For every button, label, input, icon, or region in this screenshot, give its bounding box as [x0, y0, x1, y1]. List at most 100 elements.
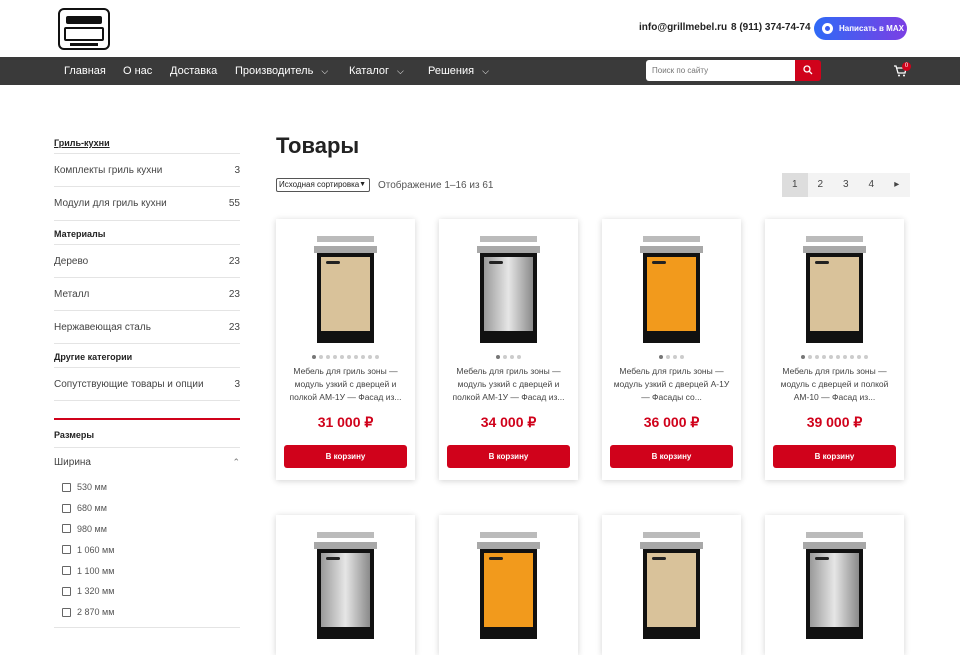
carousel-dot[interactable]: [347, 355, 351, 359]
product-card[interactable]: Мебель для гриль зоны — модуль с дверцей…: [765, 219, 904, 480]
sort-select[interactable]: Исходная сортировка ▼: [276, 178, 370, 192]
page-1-button[interactable]: 1: [782, 173, 808, 197]
carousel-dot[interactable]: [368, 355, 372, 359]
write-in-max-button[interactable]: Написать в MAX: [814, 17, 907, 40]
product-image[interactable]: [276, 219, 415, 349]
sidebar-item-metal[interactable]: Металл 23: [54, 277, 240, 310]
image-carousel-dots[interactable]: [765, 355, 904, 359]
carousel-dot[interactable]: [340, 355, 344, 359]
sidebar-item-accessories[interactable]: Сопутствующие товары и опции 3: [54, 367, 240, 400]
carousel-dot[interactable]: [850, 355, 854, 359]
checkbox[interactable]: [62, 586, 71, 596]
product-card[interactable]: Мебель для гриль зоны — модуль узкий с д…: [276, 219, 415, 480]
product-image[interactable]: [439, 219, 578, 349]
product-image[interactable]: [765, 219, 904, 349]
carousel-dot[interactable]: [864, 355, 868, 359]
width-option[interactable]: 2 870 мм: [54, 602, 240, 623]
carousel-dot[interactable]: [815, 355, 819, 359]
product-card[interactable]: Мебель для гриль зоны — модуль узкий с д…: [602, 219, 741, 480]
sidebar-item-stainless[interactable]: Нержавеющая сталь 23: [54, 310, 240, 343]
product-image[interactable]: [602, 219, 741, 349]
sidebar-item-grill-sets[interactable]: Комплекты гриль кухни 3: [54, 153, 240, 186]
carousel-dot[interactable]: [829, 355, 833, 359]
contact-phone[interactable]: 8 (911) 374-74-74: [731, 22, 811, 33]
carousel-dot[interactable]: [680, 355, 684, 359]
nav-item-catalog[interactable]: Каталог ⌵: [349, 57, 404, 85]
add-to-cart-button[interactable]: В корзину: [773, 445, 896, 468]
carousel-dot[interactable]: [326, 355, 330, 359]
product-image[interactable]: [276, 515, 415, 645]
carousel-dot[interactable]: [510, 355, 514, 359]
page-2-button[interactable]: 2: [807, 173, 833, 197]
carousel-dot[interactable]: [673, 355, 677, 359]
checkbox[interactable]: [62, 607, 71, 617]
product-image[interactable]: [602, 515, 741, 645]
carousel-dot[interactable]: [361, 355, 365, 359]
search-button[interactable]: [795, 60, 821, 81]
sidebar-item-wood[interactable]: Дерево 23: [54, 244, 240, 277]
carousel-dot[interactable]: [659, 355, 663, 359]
image-carousel-dots[interactable]: [276, 355, 415, 359]
carousel-dot[interactable]: [517, 355, 521, 359]
carousel-dot[interactable]: [319, 355, 323, 359]
product-card[interactable]: [439, 515, 578, 655]
width-option[interactable]: 530 мм: [54, 477, 240, 498]
carousel-dot[interactable]: [354, 355, 358, 359]
product-card[interactable]: [765, 515, 904, 655]
nav-item-delivery[interactable]: Доставка: [170, 57, 217, 85]
carousel-dot[interactable]: [375, 355, 379, 359]
carousel-dot[interactable]: [836, 355, 840, 359]
carousel-dot[interactable]: [808, 355, 812, 359]
carousel-dot[interactable]: [503, 355, 507, 359]
sidebar-item-grill-modules[interactable]: Модули для гриль кухни 55: [54, 186, 240, 220]
width-filter-toggle[interactable]: Ширина ⌃: [54, 447, 240, 477]
carousel-dot[interactable]: [843, 355, 847, 359]
checkbox[interactable]: [62, 524, 71, 534]
product-name[interactable]: Мебель для гриль зоны — модуль узкий с д…: [284, 365, 407, 404]
page-4-button[interactable]: 4: [858, 173, 884, 197]
product-card[interactable]: [276, 515, 415, 655]
nav-item-manufacturer[interactable]: Производитель ⌵: [235, 57, 328, 85]
checkbox[interactable]: [62, 503, 71, 513]
width-option[interactable]: 1 100 мм: [54, 560, 240, 581]
sidebar-heading-grill[interactable]: Гриль-кухни: [54, 138, 240, 153]
sidebar-heading-other: Другие категории: [54, 352, 133, 362]
product-image[interactable]: [765, 515, 904, 645]
product-card[interactable]: [602, 515, 741, 655]
site-logo[interactable]: [58, 8, 110, 50]
width-option[interactable]: 680 мм: [54, 498, 240, 519]
width-option-label: 1 060 мм: [77, 544, 115, 555]
checkbox[interactable]: [62, 482, 71, 492]
cart-total[interactable]: 0 ₽: [867, 114, 883, 142]
product-name[interactable]: Мебель для гриль зоны — модуль узкий с д…: [610, 365, 733, 404]
width-option[interactable]: 980 мм: [54, 519, 240, 540]
carousel-dot[interactable]: [333, 355, 337, 359]
carousel-dot[interactable]: [666, 355, 670, 359]
product-name[interactable]: Мебель для гриль зоны — модуль с дверцей…: [773, 365, 896, 404]
search-input[interactable]: [646, 60, 796, 81]
contact-email[interactable]: info@grillmebel.ru: [639, 22, 727, 33]
nav-item-home[interactable]: Главная: [64, 57, 106, 85]
carousel-dot[interactable]: [312, 355, 316, 359]
carousel-dot[interactable]: [496, 355, 500, 359]
product-name[interactable]: Мебель для гриль зоны — модуль узкий с д…: [447, 365, 570, 404]
carousel-dot[interactable]: [801, 355, 805, 359]
carousel-dot[interactable]: [857, 355, 861, 359]
image-carousel-dots[interactable]: [439, 355, 578, 359]
add-to-cart-button[interactable]: В корзину: [610, 445, 733, 468]
page-3-button[interactable]: 3: [833, 173, 859, 197]
carousel-dot[interactable]: [822, 355, 826, 359]
add-to-cart-button[interactable]: В корзину: [284, 445, 407, 468]
checkbox[interactable]: [62, 545, 71, 555]
product-image[interactable]: [439, 515, 578, 645]
product-card[interactable]: Мебель для гриль зоны — модуль узкий с д…: [439, 219, 578, 480]
width-option[interactable]: 1 060 мм: [54, 539, 240, 560]
image-carousel-dots[interactable]: [602, 355, 741, 359]
checkbox[interactable]: [62, 566, 71, 576]
nav-item-solutions[interactable]: Решения ⌵: [428, 57, 489, 85]
add-to-cart-button[interactable]: В корзину: [447, 445, 570, 468]
next-page-icon[interactable]: ▸: [884, 173, 910, 197]
width-option[interactable]: 1 320 мм: [54, 581, 240, 602]
nav-item-about[interactable]: О нас: [123, 57, 152, 85]
width-option-label: 1 320 мм: [77, 586, 115, 597]
